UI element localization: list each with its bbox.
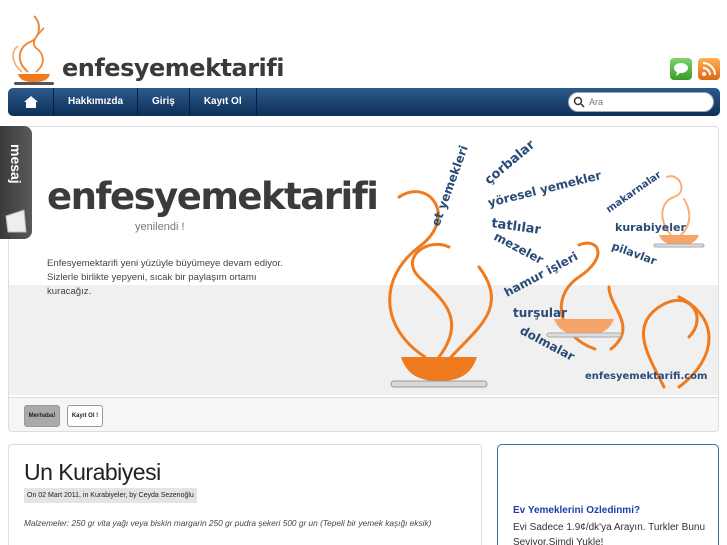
side-tab-label: mesaj	[8, 144, 24, 184]
banner-thumbnails: Merhaba! Kayıt Ol !	[9, 397, 718, 431]
slide-thumb-kayit-ol[interactable]: Kayıt Ol !	[67, 405, 103, 427]
logo-text: enfesyemektarifi	[62, 54, 284, 82]
nav-item-kayit-ol[interactable]: Kayıt Ol	[190, 88, 257, 116]
home-icon[interactable]	[8, 88, 54, 116]
rss-icon[interactable]	[698, 58, 720, 80]
coffee-cup-logo-icon	[8, 12, 60, 86]
sidebar-ad: Ev Yemeklerini Ozledinmi? Evi Sadece 1.9…	[497, 444, 719, 545]
banner-site: enfesyemektarifi.com	[585, 371, 707, 382]
featured-banner: enfesyemektarifi yenilendi ! Enfesyemekt…	[8, 126, 719, 432]
banner-word: makarnalar	[604, 169, 663, 215]
banner-word: turşular	[513, 306, 567, 320]
post-title[interactable]: Un Kurabiyesi	[24, 459, 161, 486]
nav-item-giris[interactable]: Giriş	[138, 88, 190, 116]
search-box	[568, 92, 714, 112]
ad-body: Evi Sadece 1.9¢/dk'ya Arayın. Turkler Bu…	[513, 522, 706, 545]
nav-item-hakkimizda[interactable]: Hakkımızda	[54, 88, 139, 116]
banner-word: pilavlar	[610, 240, 659, 268]
post-excerpt: Malzemeler: 250 gr vita yağı veya biskin…	[24, 518, 432, 528]
blog-post-card: Un Kurabiyesi On 02 Mart 2011, in Kurabi…	[8, 444, 482, 545]
message-side-tab[interactable]: mesaj	[0, 126, 32, 239]
ad-title-link[interactable]: Ev Yemeklerini Ozledinmi?	[513, 505, 640, 516]
chat-bubble-icon[interactable]	[670, 58, 692, 80]
banner-title: enfesyemektarifi	[47, 175, 379, 218]
site-logo[interactable]: enfesyemektarifi	[8, 8, 284, 86]
slide-thumb-merhaba[interactable]: Merhaba!	[24, 405, 60, 427]
search-icon	[573, 96, 585, 108]
main-navigation: Hakkımızda Giriş Kayıt Ol	[8, 88, 720, 116]
search-input[interactable]	[589, 97, 699, 107]
banner-description: Enfesyemektarifi yeni yüzüyle büyümeye d…	[47, 258, 283, 297]
banner-word: et yemekleri	[429, 143, 471, 228]
banner-subtitle: yenilendi !	[135, 221, 185, 233]
banner-word: kurabiyeler	[615, 221, 687, 234]
banner-word: çorbalar	[482, 137, 539, 188]
site-header: enfesyemektarifi	[0, 0, 727, 88]
post-meta: On 02 Mart 2011, in Kurabiyeler, by Ceyd…	[24, 488, 197, 503]
paper-icon	[5, 209, 27, 233]
banner-illustration: et yemekleri çorbalar yöresel yemekler m…	[388, 137, 711, 389]
